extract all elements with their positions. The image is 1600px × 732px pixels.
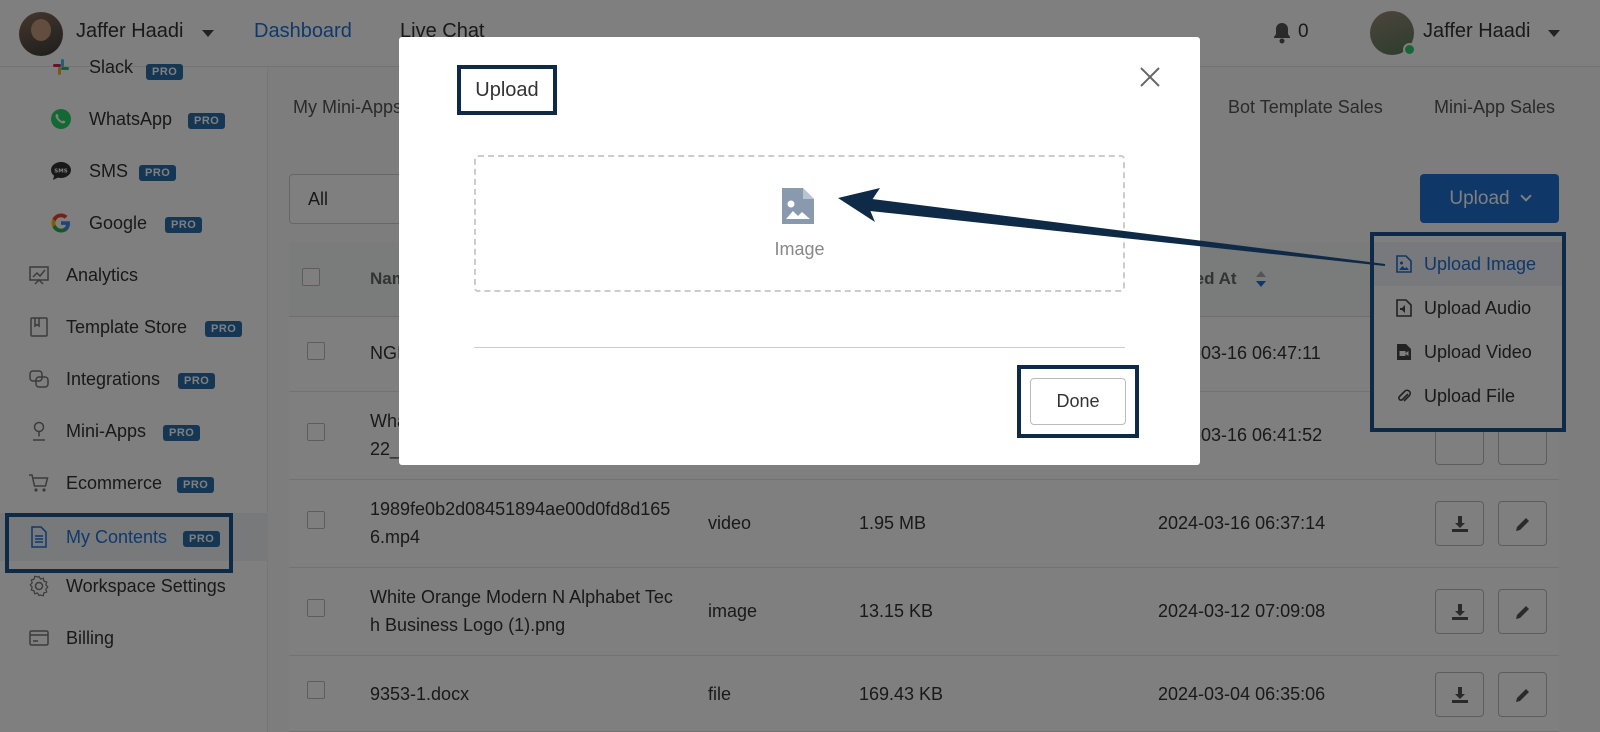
dropzone-label: Image [774,239,825,259]
upload-modal: Upload Image Done [399,37,1200,465]
image-file-icon [782,188,814,224]
close-icon[interactable] [1138,65,1162,89]
done-button-label: Done [1056,391,1100,411]
image-dropzone[interactable]: Image [474,155,1125,292]
annotation-highlight-done: Done [1017,365,1139,438]
annotation-highlight-my-contents [5,513,233,573]
annotation-highlight-upload-menu [1370,232,1566,432]
modal-divider [474,347,1125,348]
modal-title: Upload [457,65,557,115]
done-button[interactable]: Done [1030,378,1126,425]
modal-title-text: Upload [475,78,539,101]
